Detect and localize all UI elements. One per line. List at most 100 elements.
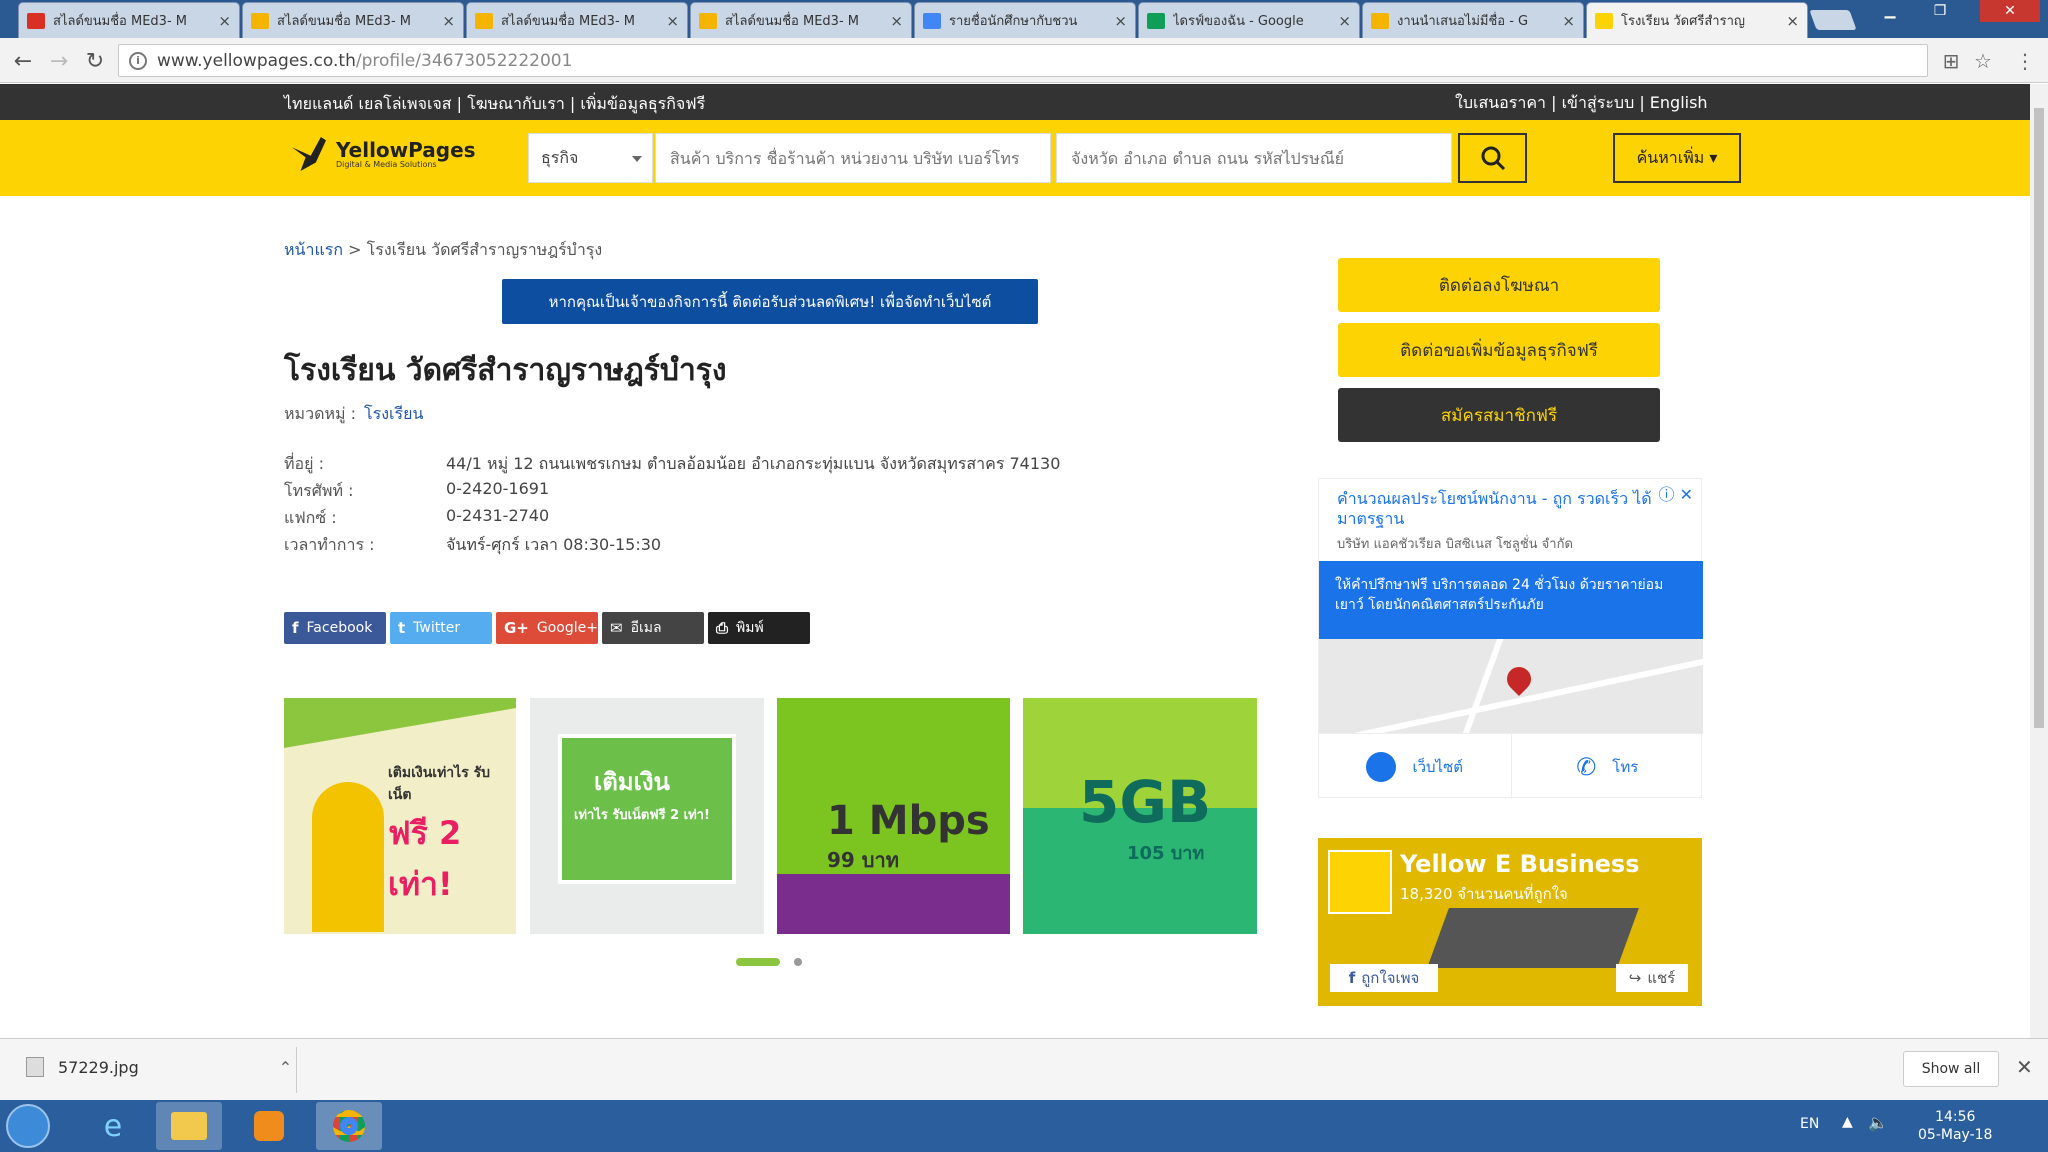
location-input[interactable] (1056, 133, 1452, 183)
chrome-icon[interactable] (316, 1102, 382, 1150)
close-tab-icon[interactable]: × (1786, 12, 1799, 30)
tab-title: งานนำเสนอไม่มีชื่อ - G (1397, 14, 1529, 29)
close-tab-icon[interactable]: × (442, 12, 455, 30)
page-likes: 18,320 จำนวนคนที่ถูกใจ (1400, 885, 1568, 903)
browser-tab[interactable]: สไลด์ขนมชื่อ MEd3- M × (18, 2, 240, 38)
top-links-left[interactable]: ไทยแลนด์ เยลโล่เพจเจส | โฆษณากับเรา | เพ… (284, 92, 705, 117)
close-tab-icon[interactable]: × (1338, 12, 1351, 30)
share-email-button[interactable]: ✉ อีเมล (602, 612, 704, 644)
ad-website-button[interactable]: เว็บไซต์ (1319, 734, 1511, 799)
close-tab-icon[interactable]: × (890, 12, 903, 30)
google-ad-box[interactable]: ⓘ ✕ คำนวณผลประโยชน์พนักงาน - ถูก รวดเร็ว… (1318, 478, 1704, 799)
like-page-button[interactable]: f ถูกใจเพจ (1330, 964, 1438, 992)
ad-banner[interactable]: 1 Mbps 99 บาท (777, 698, 1010, 934)
volume-icon[interactable]: 🔈 (1868, 1113, 1888, 1132)
language-indicator[interactable]: EN (1800, 1116, 1819, 1132)
show-all-button[interactable]: Show all (1903, 1051, 1999, 1087)
media-player-icon[interactable] (236, 1102, 302, 1150)
detail-row-address: ที่อยู่ : 44/1 หมู่ 12 ถนนเพชรเกษม ตำบลอ้… (284, 452, 1060, 477)
start-button-icon[interactable] (6, 1104, 50, 1148)
vertical-scrollbar[interactable] (2030, 84, 2048, 1038)
register-button[interactable]: สมัครสมาชิกฟรี (1338, 388, 1660, 442)
print-icon: ⎙ (716, 619, 729, 637)
window-close-icon[interactable]: ✕ (1980, 0, 2040, 22)
page-title[interactable]: Yellow E Business (1400, 850, 1640, 878)
ad-banner[interactable]: เติมเงินเท่าไร รับเน็ต ฟรี 2 เท่า! (284, 698, 516, 934)
browser-tab[interactable]: งานนำเสนอไม่มีชื่อ - G × (1362, 2, 1584, 38)
chevron-up-icon[interactable]: ⌃ (279, 1058, 292, 1077)
yellowpages-logo[interactable]: YellowPages Digital & Media Solutions (292, 137, 476, 171)
contact-advertise-button[interactable]: ติดต่อลงโฆษณา (1338, 258, 1660, 312)
bird-logo-icon (292, 137, 326, 171)
scrollbar-thumb[interactable] (2034, 108, 2044, 728)
breadcrumb-home-link[interactable]: หน้าแรก (284, 240, 343, 259)
top-links-right[interactable]: ใบเสนอราคา | เข้าสู่ระบบ | English (1455, 91, 1708, 116)
close-tab-icon[interactable]: × (1562, 12, 1575, 30)
bookmark-star-icon[interactable]: ☆ (1972, 50, 1994, 72)
ad-title[interactable]: คำนวณผลประโยชน์พนักงาน - ถูก รวดเร็ว ได้… (1337, 489, 1677, 529)
share-icon: ↪ (1628, 969, 1642, 987)
close-tab-icon[interactable]: × (666, 12, 679, 30)
close-tab-icon[interactable]: × (218, 12, 231, 30)
detail-row-hours: เวลาทำการ : จันทร์-ศุกร์ เวลา 08:30-15:30 (284, 533, 661, 558)
browser-tab[interactable]: สไลด์ขนมชื่อ MEd3- M × (242, 2, 464, 38)
browser-tab-strip: สไลด์ขนมชื่อ MEd3- M × สไลด์ขนมชื่อ MEd3-… (0, 0, 2048, 38)
tab-title: สไลด์ขนมชื่อ MEd3- M (53, 14, 187, 29)
print-button[interactable]: ⎙ พิมพ์ (708, 612, 810, 644)
ie-icon[interactable]: e (80, 1102, 146, 1150)
menu-icon[interactable]: ⋮ (2014, 50, 2036, 72)
browser-tab[interactable]: สไลด์ขนมชื่อ MEd3- M × (466, 2, 688, 38)
search-button[interactable] (1458, 133, 1527, 183)
owner-promo-button[interactable]: หากคุณเป็นเจ้าของกิจการนี้ ติดต่อรับส่วน… (502, 279, 1038, 324)
ad-banner[interactable]: เติมเงิน เท่าไร รับเน็ตฟรี 2 เท่า! (530, 698, 764, 934)
url-input[interactable]: i www.yellowpages.co.th/profile/346730522… (118, 44, 1928, 77)
system-clock[interactable]: 14:56 05-May-18 (1918, 1108, 1992, 1144)
ad-decoration (284, 698, 516, 748)
divider (296, 1047, 297, 1093)
download-filename: 57229.jpg (58, 1057, 139, 1077)
reload-icon[interactable]: ↻ (80, 46, 110, 76)
forward-icon[interactable]: → (44, 46, 74, 76)
ad-headline: เติมเงิน (594, 768, 670, 796)
carousel-dot[interactable] (794, 958, 802, 966)
category-link[interactable]: โรงเรียน (364, 404, 423, 423)
back-icon[interactable]: ← (8, 46, 38, 76)
browser-tab-active[interactable]: โรงเรียน วัดศรีสำราญ × (1586, 2, 1808, 38)
minimize-icon[interactable]: ▁ (1870, 0, 1910, 22)
detail-value: 44/1 หมู่ 12 ถนนเพชรเกษม ตำบลอ้อมน้อย อำ… (446, 454, 1061, 473)
globe-icon (1366, 751, 1397, 782)
download-bar: 57229.jpg ⌃ Show all ✕ (0, 1038, 2048, 1100)
map-road (1458, 639, 1506, 733)
ad-call-button[interactable]: ✆ โทร (1510, 734, 1704, 799)
ad-description: ให้คำปรึกษาฟรี บริการตลอด 24 ชั่วโมง ด้ว… (1319, 561, 1703, 639)
close-tab-icon[interactable]: × (1114, 12, 1127, 30)
yellowpages-icon (1595, 12, 1613, 29)
add-business-info-button[interactable]: ติดต่อขอเพิ่มข้อมูลธุรกิจฟรี (1338, 323, 1660, 377)
share-page-button[interactable]: ↪ แชร์ (1616, 964, 1688, 992)
close-download-bar-icon[interactable]: ✕ (2016, 1055, 2033, 1079)
search-input[interactable] (655, 133, 1051, 183)
new-tab-button[interactable] (1809, 10, 1857, 30)
translate-icon[interactable]: ⊞ (1940, 50, 1962, 72)
ad-person-image (312, 782, 384, 932)
tray-expand-icon[interactable]: ▲ (1842, 1114, 1853, 1130)
share-facebook-button[interactable]: f Facebook (284, 612, 386, 644)
browser-tab[interactable]: ไดรฟ์ของฉัน - Google × (1138, 2, 1360, 38)
map-road (1319, 654, 1703, 733)
browser-tab[interactable]: รายชื่อนักศึกษากับชวน × (914, 2, 1136, 38)
restore-icon[interactable]: ❐ (1920, 0, 1960, 22)
category-label: หมวดหมู่ : (284, 404, 357, 423)
browser-tab[interactable]: สไลด์ขนมชื่อ MEd3- M × (690, 2, 912, 38)
download-item[interactable]: 57229.jpg ⌃ (26, 1057, 292, 1077)
detail-value[interactable]: 0-2420-1691 (446, 479, 549, 498)
explorer-icon[interactable] (156, 1102, 222, 1150)
share-googleplus-button[interactable]: G+ Google+ (496, 612, 598, 644)
info-icon[interactable]: i (129, 51, 147, 70)
facebook-page-widget[interactable]: Yellow E Business 18,320 จำนวนคนที่ถูกใจ… (1318, 838, 1702, 1006)
share-twitter-button[interactable]: t Twitter (390, 612, 492, 644)
ad-website-label: เว็บไซต์ (1412, 757, 1464, 776)
ad-banner[interactable]: 5GB 105 บาท (1023, 698, 1257, 934)
category-select[interactable]: ธุรกิจ (528, 133, 653, 183)
advanced-search-button[interactable]: ค้นหาเพิ่ม ▾ (1613, 133, 1741, 183)
carousel-dot-active[interactable] (736, 958, 780, 966)
